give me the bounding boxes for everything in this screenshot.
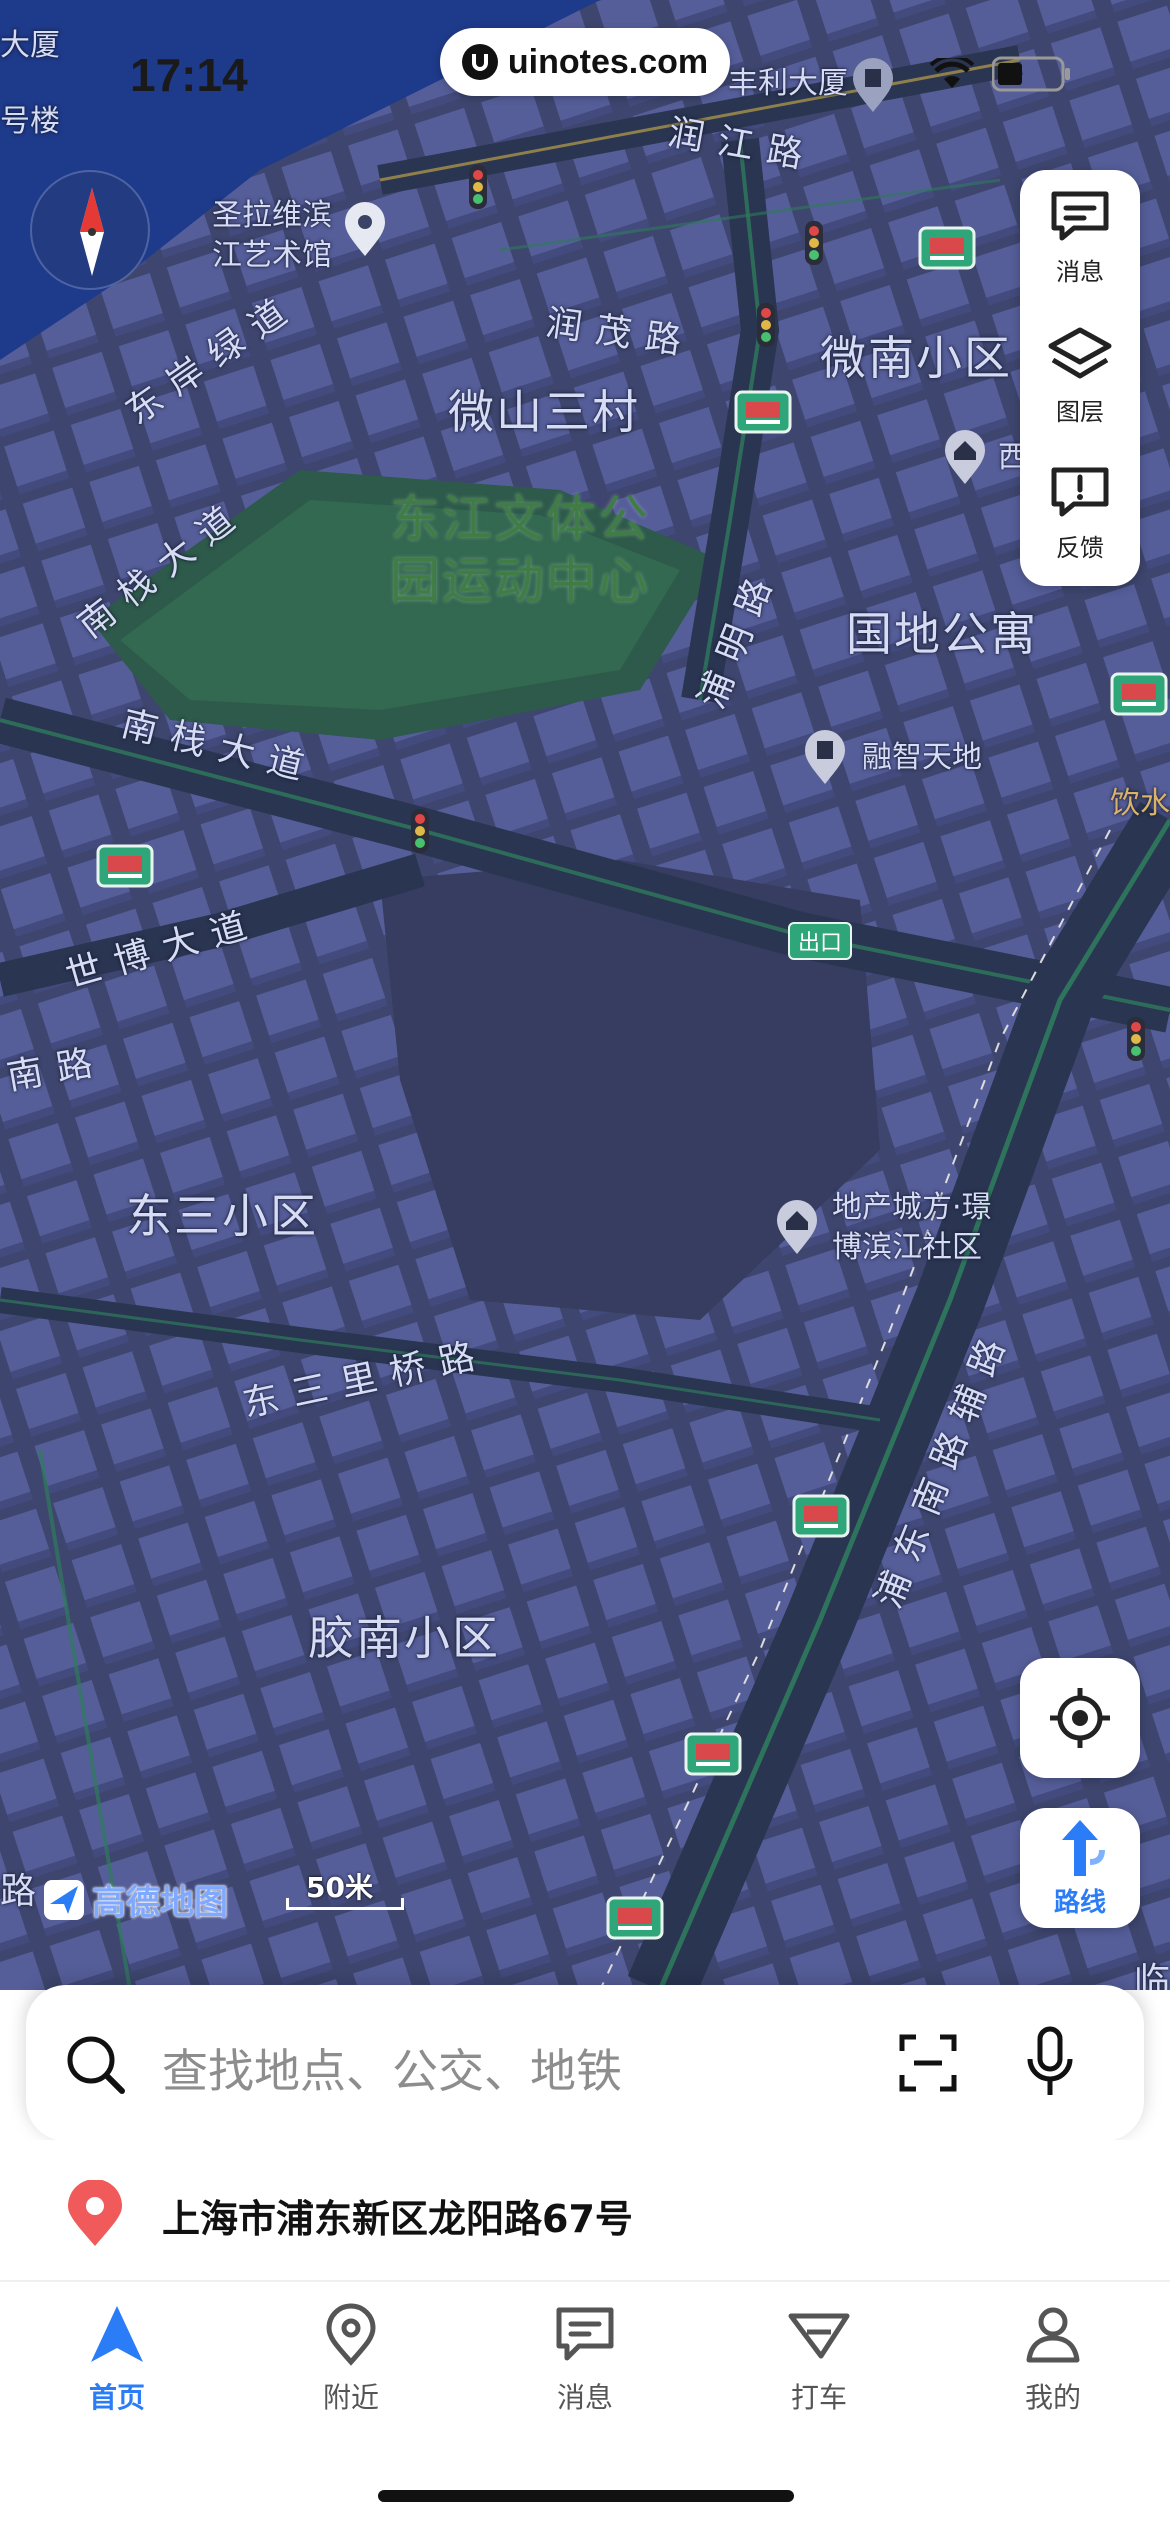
area-label-jiaonan: 胶南小区 (308, 1611, 500, 1665)
feedback-tool-label: 反馈 (1056, 534, 1104, 562)
poi-label-line: 博滨江社区 (832, 1230, 982, 1265)
tab-messages[interactable]: 消息 (510, 2302, 660, 2422)
area-label-guodi: 国地公寓 (846, 607, 1038, 661)
message-icon (556, 2307, 614, 2361)
amap-logo-icon (44, 1879, 84, 1920)
wifi-icon (930, 58, 974, 88)
map-view[interactable]: 微山三村 微南小区 国地公寓 东三小区 胶南小区 东江文体公 园运动中心 润江路… (0, 0, 1170, 1990)
tab-home[interactable]: 首页 (42, 2302, 192, 2422)
park-label-line: 园运动中心 (390, 552, 650, 610)
locate-crosshair-icon (1050, 1688, 1110, 1748)
map-scale: 50米 (286, 1870, 406, 1910)
traffic-light-icon (805, 221, 823, 265)
compass-icon (80, 188, 104, 276)
bus-stop-icon[interactable] (684, 1732, 742, 1782)
search-card[interactable]: 查找地点、公交、地铁 (26, 1985, 1144, 2141)
status-icons (930, 56, 1072, 92)
tab-home-label: 首页 (88, 2381, 145, 2414)
poi-label-haolou: 号楼 (0, 104, 60, 139)
bus-stop-icon[interactable] (734, 390, 792, 440)
tab-nearby-label: 附近 (322, 2381, 379, 2414)
poi-label-line: 江艺术馆 (212, 238, 332, 273)
park-label-line: 东江文体公 (390, 490, 650, 548)
message-tool-label: 消息 (1056, 258, 1104, 286)
location-pin-icon (68, 2180, 122, 2246)
bus-stop-icon[interactable] (792, 1494, 850, 1544)
map-brand: 高德地图 (42, 1875, 228, 1924)
map-brand-text: 高德地图 (92, 1883, 228, 1923)
poi-label-line: 地产城方·璟 (832, 1190, 992, 1225)
traffic-light-icon (757, 303, 775, 347)
search-input[interactable]: 查找地点、公交、地铁 (162, 2035, 622, 2101)
poi-label-dichan[interactable]: 地产城方·璟 博滨江社区 (832, 1188, 992, 1268)
west-pin-icon[interactable] (940, 428, 990, 486)
poi-label-art-museum[interactable]: 圣拉维滨 江艺术馆 (212, 196, 332, 276)
current-location-row[interactable]: 上海市浦东新区龙阳路67号 (0, 2140, 1170, 2282)
fengli-building-pin-icon[interactable] (848, 56, 898, 114)
map-tool-panel: 消息 图层 反馈 (1020, 170, 1140, 586)
area-label-weishan: 微山三村 (448, 385, 640, 439)
search-icon (67, 2036, 125, 2094)
message-tool-button[interactable]: 消息 (1020, 170, 1140, 305)
park-label: 东江文体公 园运动中心 (390, 488, 650, 612)
route-button-label: 路线 (1053, 1887, 1106, 1918)
route-button[interactable]: 路线 (1020, 1808, 1140, 1928)
area-label-dongsan: 东三小区 (126, 1189, 318, 1243)
watermark-badge: uinotes.com (440, 28, 730, 96)
poi-label-dasha: 大厦 (0, 28, 60, 63)
home-indicator[interactable] (378, 2490, 794, 2502)
layers-tool-label: 图层 (1056, 398, 1104, 426)
battery-icon (992, 56, 1070, 92)
art-museum-pin-icon[interactable] (340, 200, 390, 258)
feedback-icon (1051, 467, 1109, 517)
poi-label-rongzhi[interactable]: 融智天地 (862, 738, 982, 778)
map-scale-bar (286, 1898, 404, 1910)
map-pin-icon (326, 2303, 376, 2366)
watermark-text: uinotes.com (507, 42, 709, 81)
layers-tool-button[interactable]: 图层 (1020, 308, 1140, 443)
poi-label-yinshui: 饮水 (1110, 786, 1170, 821)
traffic-light-icon (469, 165, 487, 209)
feedback-tool-button[interactable]: 反馈 (1020, 446, 1140, 581)
traffic-light-icon (1127, 1017, 1145, 1061)
bus-stop-icon[interactable] (96, 844, 154, 894)
scan-icon[interactable] (896, 2031, 960, 2095)
tab-taxi-label: 打车 (790, 2381, 847, 2414)
route-arrow-icon (1062, 1819, 1105, 1876)
bus-stop-icon[interactable] (606, 1896, 664, 1946)
exit-badge: 出口 (788, 922, 852, 960)
compass-button[interactable] (30, 170, 150, 290)
bus-stop-icon[interactable] (918, 226, 976, 276)
traffic-light-icon (411, 809, 429, 853)
rongzhi-building-pin-icon[interactable] (800, 728, 850, 786)
taxi-icon (788, 2313, 850, 2359)
user-icon (1026, 2307, 1080, 2363)
bus-stop-icon[interactable] (1110, 672, 1168, 722)
layers-icon (1048, 327, 1112, 379)
tab-taxi[interactable]: 打车 (744, 2302, 894, 2422)
poi-label-line: 圣拉维滨 (212, 198, 332, 233)
watermark-logo-icon (461, 44, 498, 80)
tab-messages-label: 消息 (556, 2381, 613, 2414)
area-label-weinan: 微南小区 (820, 331, 1012, 385)
tab-nearby[interactable]: 附近 (276, 2302, 426, 2422)
community-pin-icon[interactable] (772, 1198, 822, 1256)
tab-profile-label: 我的 (1024, 2381, 1081, 2414)
tab-profile[interactable]: 我的 (978, 2302, 1128, 2422)
status-time: 17:14 (130, 49, 248, 101)
current-address: 上海市浦东新区龙阳路67号 (162, 2197, 633, 2241)
locate-me-button[interactable] (1020, 1658, 1140, 1778)
message-icon (1051, 191, 1109, 241)
navigation-arrow-icon (91, 2306, 143, 2362)
road-label-lin: 临 (1134, 1961, 1170, 1990)
poi-label-fengli[interactable]: 丰利大厦 (728, 64, 848, 104)
microphone-icon[interactable] (1026, 2025, 1074, 2101)
